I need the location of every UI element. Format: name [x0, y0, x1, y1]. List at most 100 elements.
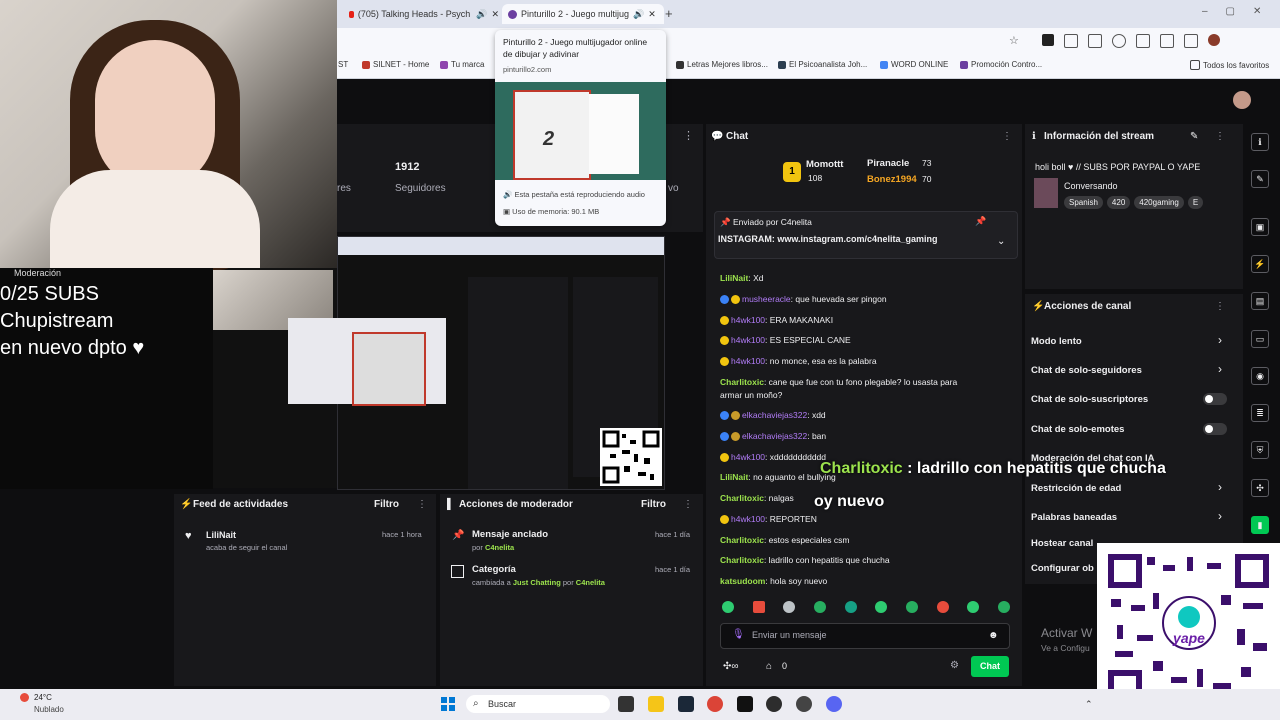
steam-icon[interactable]	[678, 696, 694, 712]
tag[interactable]: 420	[1106, 196, 1131, 209]
task-view-icon[interactable]	[618, 696, 634, 712]
tab-youtube[interactable]: (705) Talking Heads - Psych 🔊 ✕	[343, 4, 505, 24]
mod-action-title: Categoría	[472, 564, 516, 575]
action-slow-mode[interactable]: Modo lento	[1031, 336, 1082, 347]
broadcast-icon[interactable]: ◉	[1251, 367, 1269, 385]
info-icon[interactable]: ℹ	[1251, 133, 1269, 151]
chrome-icon[interactable]	[707, 696, 723, 712]
more-icon[interactable]: ⋮	[1002, 131, 1012, 142]
mod-action-by: por C4nelita	[472, 543, 515, 552]
bookmark-item[interactable]: Tu marca	[440, 60, 485, 69]
preview-icon[interactable]: ▣	[1251, 218, 1269, 236]
leaderboard-name[interactable]: Piranacle	[867, 158, 909, 169]
tab-title: Pinturillo 2 - Juego multijug	[521, 9, 630, 19]
more-icon[interactable]: ⋮	[1215, 131, 1225, 142]
app-icon[interactable]	[796, 696, 812, 712]
obs-icon[interactable]	[737, 696, 753, 712]
speaker-icon[interactable]: 🔊	[633, 9, 644, 20]
activity-user[interactable]: LiliNait	[206, 530, 236, 540]
apps-icon[interactable]: ✣	[1251, 479, 1269, 497]
heart-icon: ♥	[185, 530, 192, 542]
pinned-text: INSTAGRAM: www.instagram.com/c4nelita_ga…	[718, 234, 938, 244]
stack-icon[interactable]: ≣	[1251, 404, 1269, 422]
notification-badge	[20, 693, 29, 702]
star-icon[interactable]: ☆	[1009, 34, 1019, 47]
subs-goal-count: 0/25 SUBS	[0, 283, 99, 305]
bookmark-item[interactable]: ST	[338, 60, 348, 69]
action-host-channel[interactable]: Hostear canal	[1031, 538, 1093, 549]
tray-chevron-icon[interactable]: ⌃	[1085, 699, 1093, 710]
mod-badge-icon	[720, 411, 729, 421]
extension-icons[interactable]	[1042, 34, 1242, 48]
windows-start-icon[interactable]	[441, 697, 455, 711]
crown-badge-icon	[731, 432, 740, 442]
mic-icon[interactable]: 🎙	[732, 629, 745, 640]
more-icon[interactable]: ⋮	[417, 499, 427, 510]
close-icon[interactable]: ✕	[648, 9, 656, 20]
gift-icon[interactable]: ⌂	[766, 661, 772, 672]
tab-pinturillo[interactable]: Pinturillo 2 - Juego multijug 🔊 ✕	[502, 4, 664, 24]
filter-button[interactable]: Filtro	[374, 499, 399, 510]
more-icon[interactable]: ⋮	[683, 499, 693, 510]
pinned-header: 📌 Enviado por C4nelita	[720, 217, 812, 227]
bookmark-item[interactable]: WORD ONLINE	[880, 60, 948, 69]
bookmark-item[interactable]: El Psicoanalista Joh...	[778, 60, 867, 69]
action-followers-only[interactable]: Chat de solo-seguidores	[1031, 365, 1142, 376]
discord-icon[interactable]	[826, 696, 842, 712]
moderation-label: Moderación	[14, 268, 62, 278]
weather-status[interactable]: Nublado	[34, 705, 64, 714]
emote-icon	[875, 601, 888, 613]
bookmark-item[interactable]: SILNET - Home	[362, 60, 429, 69]
followers-count: 1912	[395, 161, 420, 173]
emoji-icon[interactable]: ☻	[988, 630, 999, 641]
mod-view-icon[interactable]: ▮	[1251, 516, 1269, 534]
chevron-right-icon[interactable]: ›	[1218, 480, 1222, 494]
close-icon[interactable]: ✕	[491, 9, 499, 20]
leaderboard-name[interactable]: Bonez1994	[867, 174, 917, 185]
edit-pencil-icon[interactable]: ✎	[1190, 131, 1198, 142]
youtube-icon	[349, 10, 354, 18]
action-configure[interactable]: Configurar ob	[1031, 563, 1094, 574]
window-controls[interactable]: –▢✕	[1202, 6, 1279, 17]
unpin-icon[interactable]: 📌	[975, 216, 986, 227]
shield-icon[interactable]: ⛨	[1251, 441, 1269, 459]
app-icon[interactable]	[766, 696, 782, 712]
subs-only-toggle[interactable]	[1203, 393, 1227, 405]
hover-card-preview: 2	[495, 82, 666, 180]
weather-temperature[interactable]: 24°C	[34, 693, 52, 702]
all-bookmarks[interactable]: Todos los favoritos	[1190, 60, 1269, 70]
action-banned-words[interactable]: Palabras baneadas	[1031, 512, 1117, 523]
pencil-icon[interactable]: ✎	[1251, 170, 1269, 188]
sub-badge-icon	[731, 295, 740, 305]
channel-points-icon[interactable]: ✣∞	[723, 661, 739, 672]
filter-button[interactable]: Filtro	[641, 499, 666, 510]
tag[interactable]: 420gaming	[1134, 196, 1184, 209]
leaderboard-name[interactable]: Momottt	[806, 159, 843, 170]
settings-gear-icon[interactable]: ⚙	[950, 660, 959, 671]
list-icon[interactable]: ▤	[1251, 292, 1269, 310]
more-icon[interactable]: ⋮	[1215, 301, 1225, 312]
bookmark-item[interactable]: Letras Mejores libros...	[676, 60, 768, 69]
file-explorer-icon[interactable]	[648, 696, 664, 712]
panel-title: Chat	[726, 131, 749, 142]
tag[interactable]: E	[1187, 196, 1204, 209]
chat-send-button[interactable]: Chat	[971, 656, 1009, 677]
lightning-icon[interactable]: ⚡	[1251, 255, 1269, 273]
chat-icon[interactable]: ▭	[1251, 330, 1269, 348]
action-emotes-only: Chat de solo-emotes	[1031, 424, 1125, 435]
avatar[interactable]	[1233, 91, 1251, 109]
emotes-only-toggle[interactable]	[1203, 423, 1227, 435]
mod-badge-icon	[720, 432, 729, 442]
emote-row[interactable]	[722, 601, 1010, 615]
action-age-restriction[interactable]: Restricción de edad	[1031, 483, 1121, 494]
speaker-icon[interactable]: 🔊	[476, 9, 487, 20]
tag[interactable]: Spanish	[1064, 196, 1103, 209]
chevron-right-icon[interactable]: ›	[1218, 333, 1222, 347]
more-icon[interactable]: ⋮	[683, 129, 694, 142]
chevron-right-icon[interactable]: ›	[1218, 362, 1222, 376]
speaker-icon: 🔊	[503, 190, 515, 199]
chevron-down-icon[interactable]: ⌄	[997, 236, 1005, 247]
bookmark-item[interactable]: Promoción Contro...	[960, 60, 1042, 69]
new-tab-button[interactable]: +	[665, 6, 673, 21]
chevron-right-icon[interactable]: ›	[1218, 509, 1222, 523]
